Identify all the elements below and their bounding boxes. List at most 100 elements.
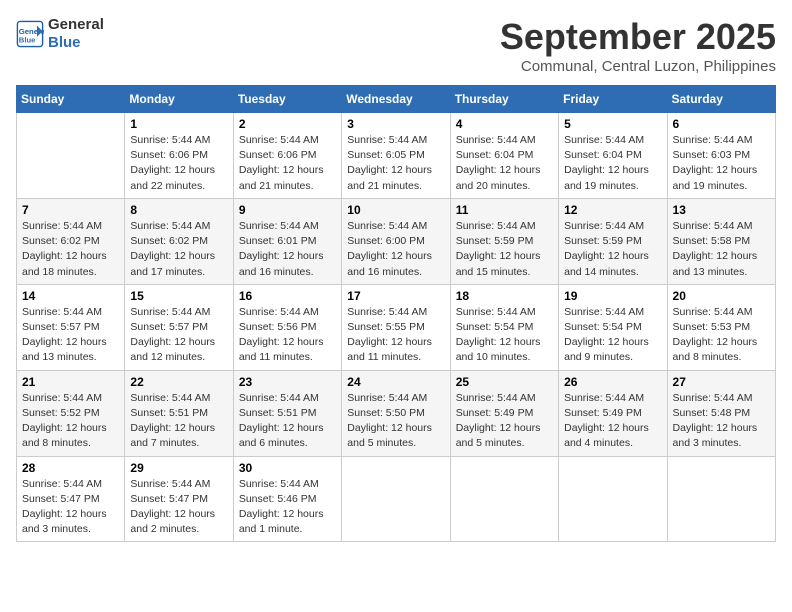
day-number: 17	[347, 289, 444, 303]
calendar-cell: 23 Sunrise: 5:44 AM Sunset: 5:51 PM Dayli…	[233, 370, 341, 456]
calendar-week-1: 1 Sunrise: 5:44 AM Sunset: 6:06 PM Daylig…	[17, 113, 776, 199]
day-info: Sunrise: 5:44 AM Sunset: 6:05 PM Dayligh…	[347, 133, 444, 194]
calendar-cell: 7 Sunrise: 5:44 AM Sunset: 6:02 PM Daylig…	[17, 198, 125, 284]
day-info: Sunrise: 5:44 AM Sunset: 6:06 PM Dayligh…	[239, 133, 336, 194]
calendar-cell: 14 Sunrise: 5:44 AM Sunset: 5:57 PM Dayli…	[17, 284, 125, 370]
calendar-cell: 11 Sunrise: 5:44 AM Sunset: 5:59 PM Dayli…	[450, 198, 558, 284]
calendar-cell: 6Sunrise: 5:44 AM Sunset: 6:03 PM Daylig…	[667, 113, 775, 199]
calendar-cell	[450, 456, 558, 542]
day-info: Sunrise: 5:44 AM Sunset: 6:04 PM Dayligh…	[456, 133, 553, 194]
day-number: 14	[22, 289, 119, 303]
day-info: Sunrise: 5:44 AM Sunset: 5:54 PM Dayligh…	[456, 305, 553, 366]
day-number: 20	[673, 289, 770, 303]
svg-text:Blue: Blue	[19, 35, 36, 44]
logo-icon: General Blue	[16, 20, 44, 48]
day-number: 24	[347, 375, 444, 389]
calendar-cell: 21 Sunrise: 5:44 AM Sunset: 5:52 PM Dayli…	[17, 370, 125, 456]
calendar-cell: 12Sunrise: 5:44 AM Sunset: 5:59 PM Dayli…	[559, 198, 667, 284]
day-number: 23	[239, 375, 336, 389]
calendar-cell: 13 Sunrise: 5:44 AM Sunset: 5:58 PM Dayli…	[667, 198, 775, 284]
calendar-week-4: 21 Sunrise: 5:44 AM Sunset: 5:52 PM Dayli…	[17, 370, 776, 456]
calendar-cell: 8 Sunrise: 5:44 AM Sunset: 6:02 PM Daylig…	[125, 198, 233, 284]
header-tuesday: Tuesday	[233, 86, 341, 113]
day-number: 30	[239, 461, 336, 475]
header-sunday: Sunday	[17, 86, 125, 113]
header-friday: Friday	[559, 86, 667, 113]
calendar-cell: 20 Sunrise: 5:44 AM Sunset: 5:53 PM Dayli…	[667, 284, 775, 370]
day-number: 5	[564, 117, 661, 131]
day-number: 18	[456, 289, 553, 303]
day-number: 7	[22, 203, 119, 217]
day-info: Sunrise: 5:44 AM Sunset: 5:47 PM Dayligh…	[130, 477, 227, 538]
day-info: Sunrise: 5:44 AM Sunset: 5:59 PM Dayligh…	[456, 219, 553, 280]
header-row: SundayMondayTuesdayWednesdayThursdayFrid…	[17, 86, 776, 113]
calendar-cell: 19 Sunrise: 5:44 AM Sunset: 5:54 PM Dayli…	[559, 284, 667, 370]
day-info: Sunrise: 5:44 AM Sunset: 5:57 PM Dayligh…	[22, 305, 119, 366]
logo: General Blue General Blue	[16, 16, 104, 52]
month-title: September 2025	[500, 16, 776, 58]
calendar-cell: 17 Sunrise: 5:44 AM Sunset: 5:55 PM Dayli…	[342, 284, 450, 370]
calendar-cell: 2Sunrise: 5:44 AM Sunset: 6:06 PM Daylig…	[233, 113, 341, 199]
day-number: 13	[673, 203, 770, 217]
day-info: Sunrise: 5:44 AM Sunset: 5:56 PM Dayligh…	[239, 305, 336, 366]
day-info: Sunrise: 5:44 AM Sunset: 5:49 PM Dayligh…	[564, 391, 661, 452]
day-info: Sunrise: 5:44 AM Sunset: 6:06 PM Dayligh…	[130, 133, 227, 194]
calendar-cell: 26 Sunrise: 5:44 AM Sunset: 5:49 PM Dayli…	[559, 370, 667, 456]
calendar-cell: 5 Sunrise: 5:44 AM Sunset: 6:04 PM Daylig…	[559, 113, 667, 199]
logo-general: General	[48, 16, 104, 34]
calendar-header: SundayMondayTuesdayWednesdayThursdayFrid…	[17, 86, 776, 113]
day-info: Sunrise: 5:44 AM Sunset: 5:51 PM Dayligh…	[130, 391, 227, 452]
day-info: Sunrise: 5:44 AM Sunset: 6:00 PM Dayligh…	[347, 219, 444, 280]
calendar-cell: 9Sunrise: 5:44 AM Sunset: 6:01 PM Daylig…	[233, 198, 341, 284]
day-number: 25	[456, 375, 553, 389]
calendar-week-2: 7 Sunrise: 5:44 AM Sunset: 6:02 PM Daylig…	[17, 198, 776, 284]
day-number: 11	[456, 203, 553, 217]
header-wednesday: Wednesday	[342, 86, 450, 113]
calendar-cell: 18 Sunrise: 5:44 AM Sunset: 5:54 PM Dayli…	[450, 284, 558, 370]
calendar-cell: 15Sunrise: 5:44 AM Sunset: 5:57 PM Dayli…	[125, 284, 233, 370]
day-number: 29	[130, 461, 227, 475]
calendar-cell: 4 Sunrise: 5:44 AM Sunset: 6:04 PM Daylig…	[450, 113, 558, 199]
day-number: 28	[22, 461, 119, 475]
calendar-cell: 3 Sunrise: 5:44 AM Sunset: 6:05 PM Daylig…	[342, 113, 450, 199]
day-info: Sunrise: 5:44 AM Sunset: 6:02 PM Dayligh…	[22, 219, 119, 280]
day-info: Sunrise: 5:44 AM Sunset: 6:02 PM Dayligh…	[130, 219, 227, 280]
day-info: Sunrise: 5:44 AM Sunset: 5:58 PM Dayligh…	[673, 219, 770, 280]
logo-blue: Blue	[48, 34, 104, 52]
header: General Blue General Blue September 2025…	[16, 16, 776, 75]
calendar-cell	[17, 113, 125, 199]
day-number: 19	[564, 289, 661, 303]
day-number: 8	[130, 203, 227, 217]
day-info: Sunrise: 5:44 AM Sunset: 6:01 PM Dayligh…	[239, 219, 336, 280]
day-number: 12	[564, 203, 661, 217]
calendar-cell: 22 Sunrise: 5:44 AM Sunset: 5:51 PM Dayli…	[125, 370, 233, 456]
calendar-week-3: 14 Sunrise: 5:44 AM Sunset: 5:57 PM Dayli…	[17, 284, 776, 370]
day-number: 16	[239, 289, 336, 303]
day-number: 3	[347, 117, 444, 131]
calendar-cell: 10 Sunrise: 5:44 AM Sunset: 6:00 PM Dayli…	[342, 198, 450, 284]
calendar-cell: 24 Sunrise: 5:44 AM Sunset: 5:50 PM Dayli…	[342, 370, 450, 456]
day-info: Sunrise: 5:44 AM Sunset: 6:04 PM Dayligh…	[564, 133, 661, 194]
day-number: 6	[673, 117, 770, 131]
day-info: Sunrise: 5:44 AM Sunset: 5:46 PM Dayligh…	[239, 477, 336, 538]
day-info: Sunrise: 5:44 AM Sunset: 5:51 PM Dayligh…	[239, 391, 336, 452]
day-info: Sunrise: 5:44 AM Sunset: 5:53 PM Dayligh…	[673, 305, 770, 366]
day-info: Sunrise: 5:44 AM Sunset: 5:54 PM Dayligh…	[564, 305, 661, 366]
day-number: 10	[347, 203, 444, 217]
calendar-cell: 1 Sunrise: 5:44 AM Sunset: 6:06 PM Daylig…	[125, 113, 233, 199]
calendar-cell: 27Sunrise: 5:44 AM Sunset: 5:48 PM Dayli…	[667, 370, 775, 456]
calendar-cell: 16 Sunrise: 5:44 AM Sunset: 5:56 PM Dayli…	[233, 284, 341, 370]
day-number: 21	[22, 375, 119, 389]
day-info: Sunrise: 5:44 AM Sunset: 5:50 PM Dayligh…	[347, 391, 444, 452]
calendar-cell: 25 Sunrise: 5:44 AM Sunset: 5:49 PM Dayli…	[450, 370, 558, 456]
day-number: 26	[564, 375, 661, 389]
location-subtitle: Communal, Central Luzon, Philippines	[500, 58, 776, 75]
day-info: Sunrise: 5:44 AM Sunset: 5:52 PM Dayligh…	[22, 391, 119, 452]
day-info: Sunrise: 5:44 AM Sunset: 5:49 PM Dayligh…	[456, 391, 553, 452]
day-number: 4	[456, 117, 553, 131]
day-number: 1	[130, 117, 227, 131]
day-info: Sunrise: 5:44 AM Sunset: 5:48 PM Dayligh…	[673, 391, 770, 452]
calendar-cell	[342, 456, 450, 542]
day-number: 22	[130, 375, 227, 389]
day-info: Sunrise: 5:44 AM Sunset: 5:55 PM Dayligh…	[347, 305, 444, 366]
